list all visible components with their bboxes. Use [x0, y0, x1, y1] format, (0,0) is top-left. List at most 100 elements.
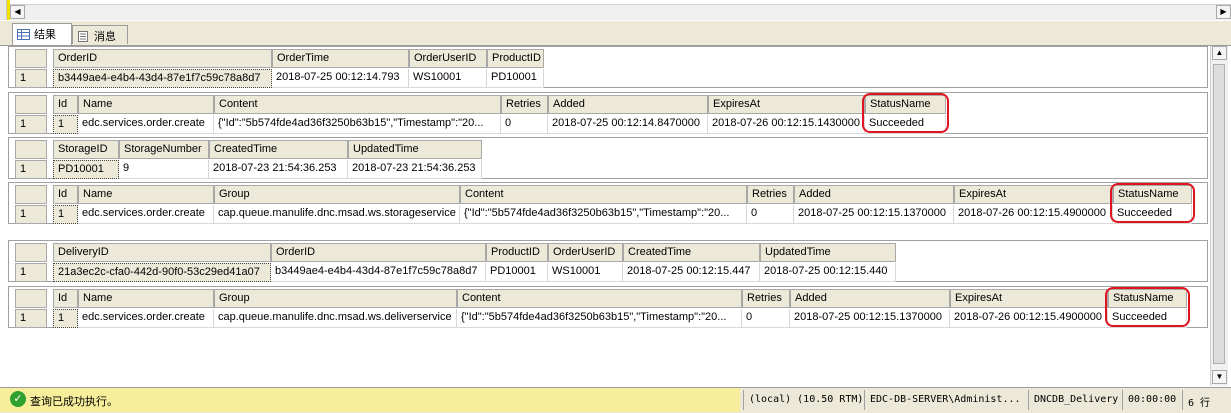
result-grid-3[interactable]: StorageID StorageNumber CreatedTime Updated… [8, 137, 1208, 179]
result-grid-5[interactable]: DeliveryID OrderID ProductID OrderUserID Cre… [8, 240, 1208, 282]
column-header-orderuserid[interactable]: OrderUserID [548, 243, 623, 262]
column-header-productid[interactable]: ProductID [487, 49, 544, 68]
column-header-id[interactable]: Id [53, 185, 78, 204]
row-number[interactable]: 1 [15, 309, 47, 328]
grid-corner[interactable] [15, 49, 47, 68]
grid-corner[interactable] [15, 243, 47, 262]
cell-added[interactable]: 2018-07-25 00:12:15.1370000 [790, 309, 950, 328]
cell-productid[interactable]: PD10001 [486, 263, 548, 282]
cell-deliveryid[interactable]: 21a3ec2c-cfa0-442d-90f0-53c29ed41a07 [53, 263, 271, 282]
column-header-storageid[interactable]: StorageID [53, 140, 119, 159]
column-header-name[interactable]: Name [78, 95, 214, 114]
column-header-storagenumber[interactable]: StorageNumber [119, 140, 209, 159]
cell-expiresat[interactable]: 2018-07-26 00:12:15.1430000 [708, 115, 865, 134]
column-header-added[interactable]: Added [790, 289, 950, 308]
column-header-expiresat[interactable]: ExpiresAt [954, 185, 1113, 204]
cell-productid[interactable]: PD10001 [487, 69, 544, 88]
cell-name[interactable]: edc.services.order.create [78, 309, 214, 328]
results-vertical-scrollbar[interactable]: ▲ ▼ [1210, 46, 1228, 386]
cell-name[interactable]: edc.services.order.create [78, 205, 214, 224]
row-number[interactable]: 1 [15, 115, 47, 134]
column-header-orderid[interactable]: OrderID [271, 243, 486, 262]
cell-expiresat[interactable]: 2018-07-26 00:12:15.4900000 [950, 309, 1108, 328]
tab-results[interactable]: 结果 [12, 23, 72, 45]
scroll-left-icon[interactable]: ◀ [10, 5, 25, 19]
cell-added[interactable]: 2018-07-25 00:12:14.8470000 [548, 115, 708, 134]
row-number[interactable]: 1 [15, 263, 47, 282]
scroll-right-icon[interactable]: ▶ [1216, 5, 1231, 19]
results-tabstrip: 结果 消息 [0, 21, 1231, 46]
column-header-retries[interactable]: Retries [747, 185, 794, 204]
cell-createdtime[interactable]: 2018-07-25 00:12:15.447 [623, 263, 760, 282]
tab-messages-label: 消息 [94, 30, 116, 43]
column-header-retries[interactable]: Retries [501, 95, 548, 114]
cell-orderid[interactable]: b3449ae4-e4b4-43d4-87e1f7c59c78a8d7 [53, 69, 272, 88]
cell-updatedtime[interactable]: 2018-07-23 21:54:36.253 [348, 160, 482, 179]
cell-expiresat[interactable]: 2018-07-26 00:12:15.4900000 [954, 205, 1113, 224]
column-header-deliveryid[interactable]: DeliveryID [53, 243, 271, 262]
column-header-id[interactable]: Id [53, 289, 78, 308]
cell-added[interactable]: 2018-07-25 00:12:15.1370000 [794, 205, 954, 224]
column-header-group[interactable]: Group [214, 289, 457, 308]
row-number[interactable]: 1 [15, 69, 47, 88]
tab-results-label: 结果 [34, 28, 56, 41]
cell-retries[interactable]: 0 [742, 309, 790, 328]
cell-orderuserid[interactable]: WS10001 [409, 69, 487, 88]
cell-orderuserid[interactable]: WS10001 [548, 263, 623, 282]
status-database: DNCDB_Delivery [1028, 390, 1122, 410]
cell-id[interactable]: 1 [53, 115, 78, 134]
column-header-expiresat[interactable]: ExpiresAt [950, 289, 1108, 308]
column-header-orderuserid[interactable]: OrderUserID [409, 49, 487, 68]
column-header-added[interactable]: Added [548, 95, 708, 114]
scrollbar-thumb[interactable] [1213, 64, 1225, 364]
grid-corner[interactable] [15, 140, 47, 159]
grid-corner[interactable] [15, 95, 47, 114]
cell-createdtime[interactable]: 2018-07-23 21:54:36.253 [209, 160, 348, 179]
grid-corner[interactable] [15, 289, 47, 308]
column-header-retries[interactable]: Retries [742, 289, 790, 308]
cell-storageid[interactable]: PD10001 [53, 160, 119, 179]
cell-updatedtime[interactable]: 2018-07-25 00:12:15.440 [760, 263, 896, 282]
column-header-content[interactable]: Content [457, 289, 742, 308]
row-number[interactable]: 1 [15, 160, 47, 179]
column-header-id[interactable]: Id [53, 95, 78, 114]
column-header-updatedtime[interactable]: UpdatedTime [348, 140, 482, 159]
cell-retries[interactable]: 0 [501, 115, 548, 134]
column-header-content[interactable]: Content [460, 185, 747, 204]
query-editor-strip[interactable]: ◀ ▶ [0, 0, 1231, 20]
cell-content[interactable]: {"Id":"5b574fde4ad36f3250b63b15","Timest… [457, 309, 742, 328]
cell-content[interactable]: {"Id":"5b574fde4ad36f3250b63b15","Timest… [214, 115, 501, 134]
result-grid-4[interactable]: Id Name Group Content Retries Added ExpiresAt S… [8, 182, 1208, 224]
editor-horizontal-scrollbar[interactable]: ◀ ▶ [10, 4, 1231, 20]
cell-group[interactable]: cap.queue.manulife.dnc.msad.ws.deliverse… [214, 309, 457, 328]
tab-messages[interactable]: 消息 [72, 25, 128, 44]
column-header-added[interactable]: Added [794, 185, 954, 204]
cell-group[interactable]: cap.queue.manulife.dnc.msad.ws.storagese… [214, 205, 460, 224]
column-header-group[interactable]: Group [214, 185, 460, 204]
column-header-ordertime[interactable]: OrderTime [272, 49, 409, 68]
scroll-down-icon[interactable]: ▼ [1212, 370, 1227, 384]
cell-retries[interactable]: 0 [747, 205, 794, 224]
cell-id[interactable]: 1 [53, 309, 78, 328]
cell-id[interactable]: 1 [53, 205, 78, 224]
column-header-productid[interactable]: ProductID [486, 243, 548, 262]
scroll-up-icon[interactable]: ▲ [1212, 46, 1227, 60]
cell-storagenumber[interactable]: 9 [119, 160, 209, 179]
cell-name[interactable]: edc.services.order.create [78, 115, 214, 134]
column-header-name[interactable]: Name [78, 289, 214, 308]
cell-ordertime[interactable]: 2018-07-25 00:12:14.793 [272, 69, 409, 88]
column-header-orderid[interactable]: OrderID [53, 49, 272, 68]
column-header-createdtime[interactable]: CreatedTime [209, 140, 348, 159]
result-grid-6[interactable]: Id Name Group Content Retries Added ExpiresAt S… [8, 286, 1208, 328]
cell-orderid[interactable]: b3449ae4-e4b4-43d4-87e1f7c59c78a8d7 [271, 263, 486, 282]
column-header-createdtime[interactable]: CreatedTime [623, 243, 760, 262]
result-grid-2[interactable]: Id Name Content Retries Added ExpiresAt Status… [8, 92, 1208, 134]
row-number[interactable]: 1 [15, 205, 47, 224]
column-header-updatedtime[interactable]: UpdatedTime [760, 243, 896, 262]
result-grid-1[interactable]: OrderID OrderTime OrderUserID ProductID 1 b34… [8, 46, 1208, 88]
column-header-content[interactable]: Content [214, 95, 501, 114]
column-header-name[interactable]: Name [78, 185, 214, 204]
column-header-expiresat[interactable]: ExpiresAt [708, 95, 865, 114]
cell-content[interactable]: {"Id":"5b574fde4ad36f3250b63b15","Timest… [460, 205, 747, 224]
grid-corner[interactable] [15, 185, 47, 204]
